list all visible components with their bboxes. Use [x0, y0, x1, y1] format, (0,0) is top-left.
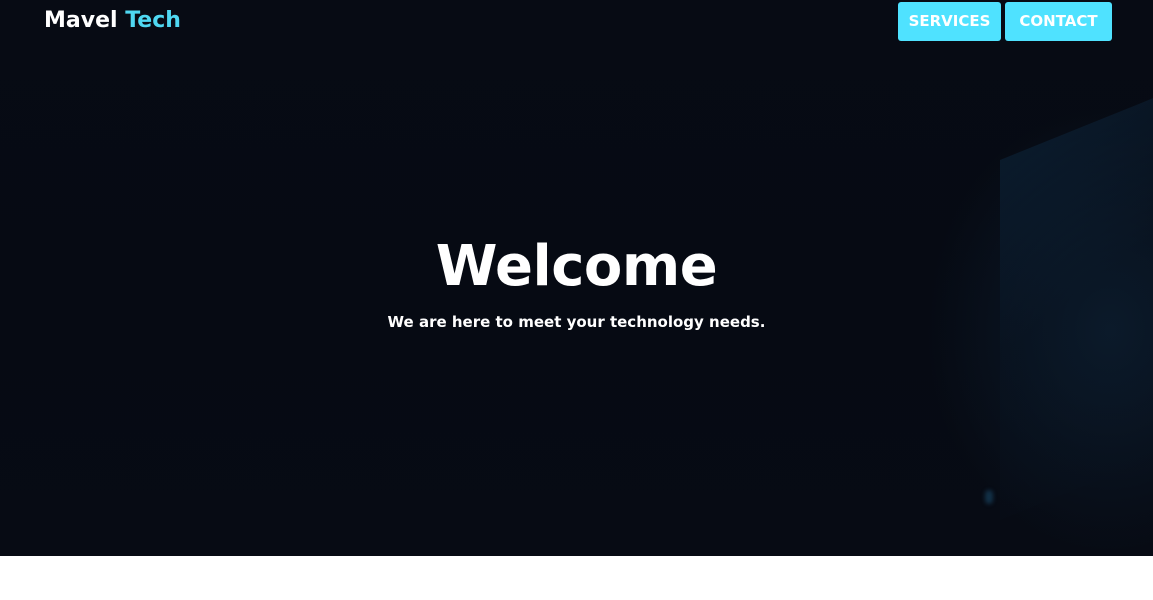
brand-name-main: Mavel	[44, 8, 118, 33]
hero-title: Welcome	[435, 234, 718, 299]
page-content-below	[0, 556, 1153, 600]
brand-name-accent: Tech	[125, 8, 181, 33]
contact-button[interactable]: CONTACT	[1005, 2, 1112, 41]
hero-background-glow	[985, 490, 993, 504]
hero-subtitle: We are here to meet your technology need…	[387, 313, 766, 331]
brand-logo[interactable]: Mavel Tech	[44, 7, 181, 35]
services-button[interactable]: SERVICES	[898, 2, 1001, 41]
navbar: Mavel Tech SERVICES CONTACT	[0, 0, 1153, 44]
hero-section: Mavel Tech SERVICES CONTACT Welcome We a…	[0, 0, 1153, 556]
